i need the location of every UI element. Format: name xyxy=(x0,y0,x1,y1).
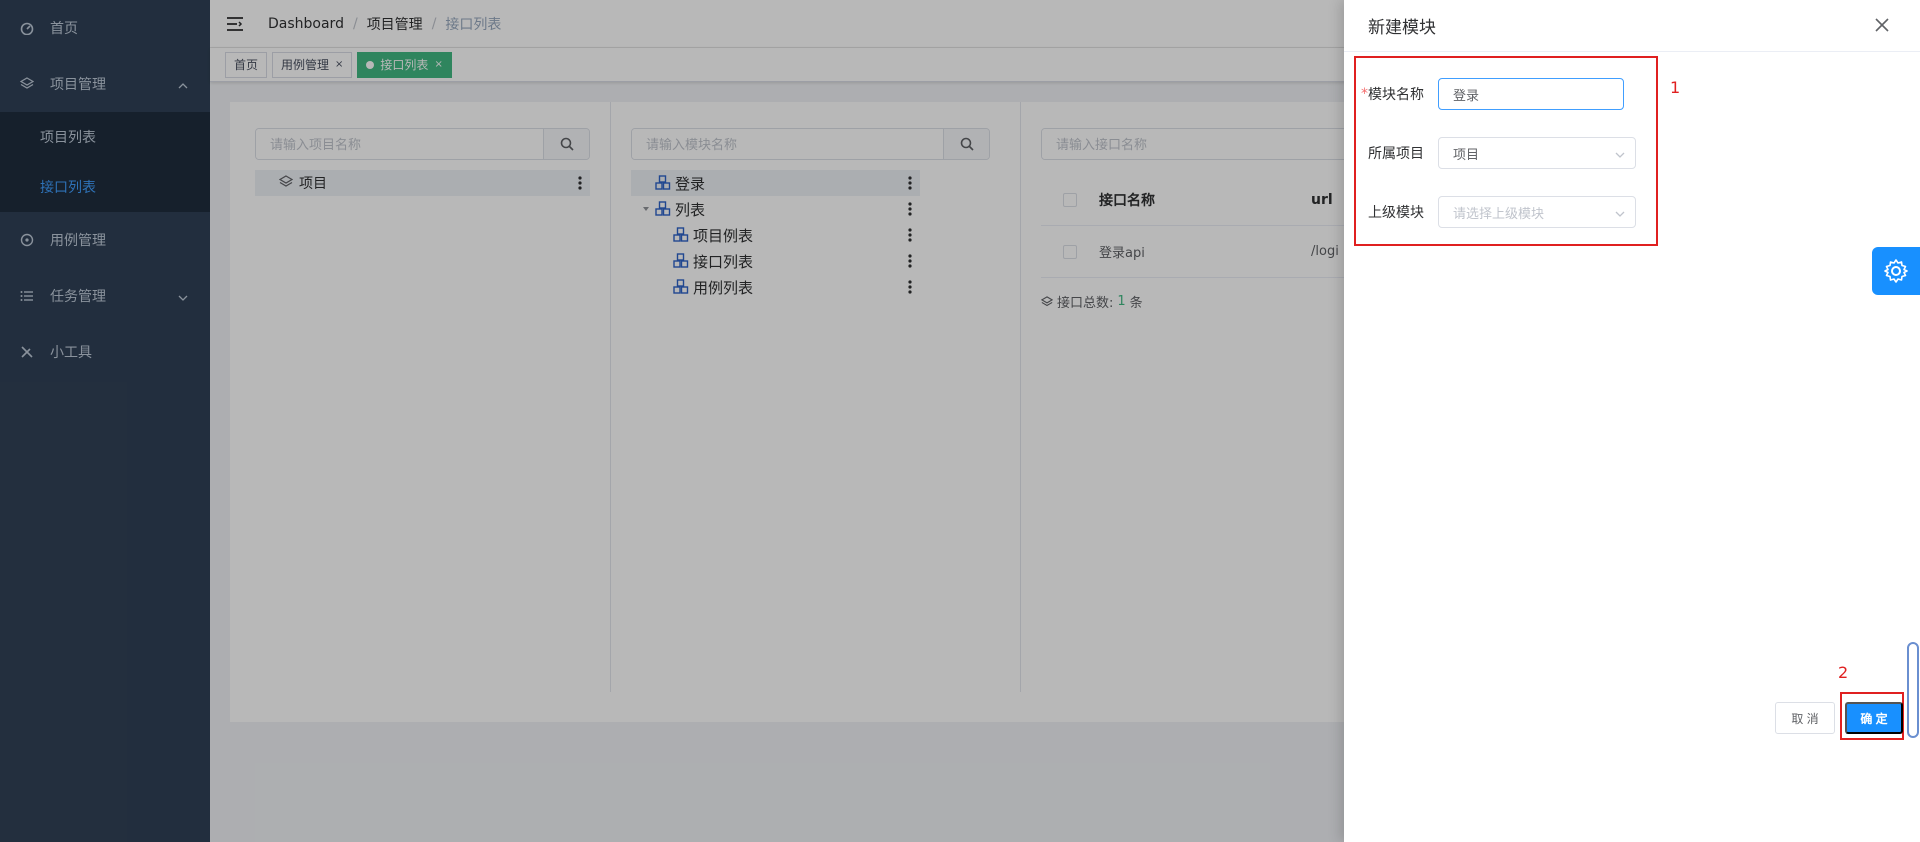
modal-mask[interactable] xyxy=(0,0,1344,842)
annotation-label-1: 1 xyxy=(1670,78,1681,97)
confirm-button[interactable]: 确 定 xyxy=(1845,702,1903,734)
scrollbar-thumb[interactable] xyxy=(1907,642,1919,738)
settings-tab[interactable] xyxy=(1872,247,1920,295)
close-icon[interactable] xyxy=(1874,17,1890,33)
annotation-box-1 xyxy=(1354,56,1658,246)
cancel-button[interactable]: 取 消 xyxy=(1775,702,1835,734)
drawer-title: 新建模块 xyxy=(1368,18,1436,38)
gear-icon xyxy=(1884,259,1908,283)
drawer-header: 新建模块 xyxy=(1344,0,1920,52)
annotation-label-2: 2 xyxy=(1838,663,1849,682)
